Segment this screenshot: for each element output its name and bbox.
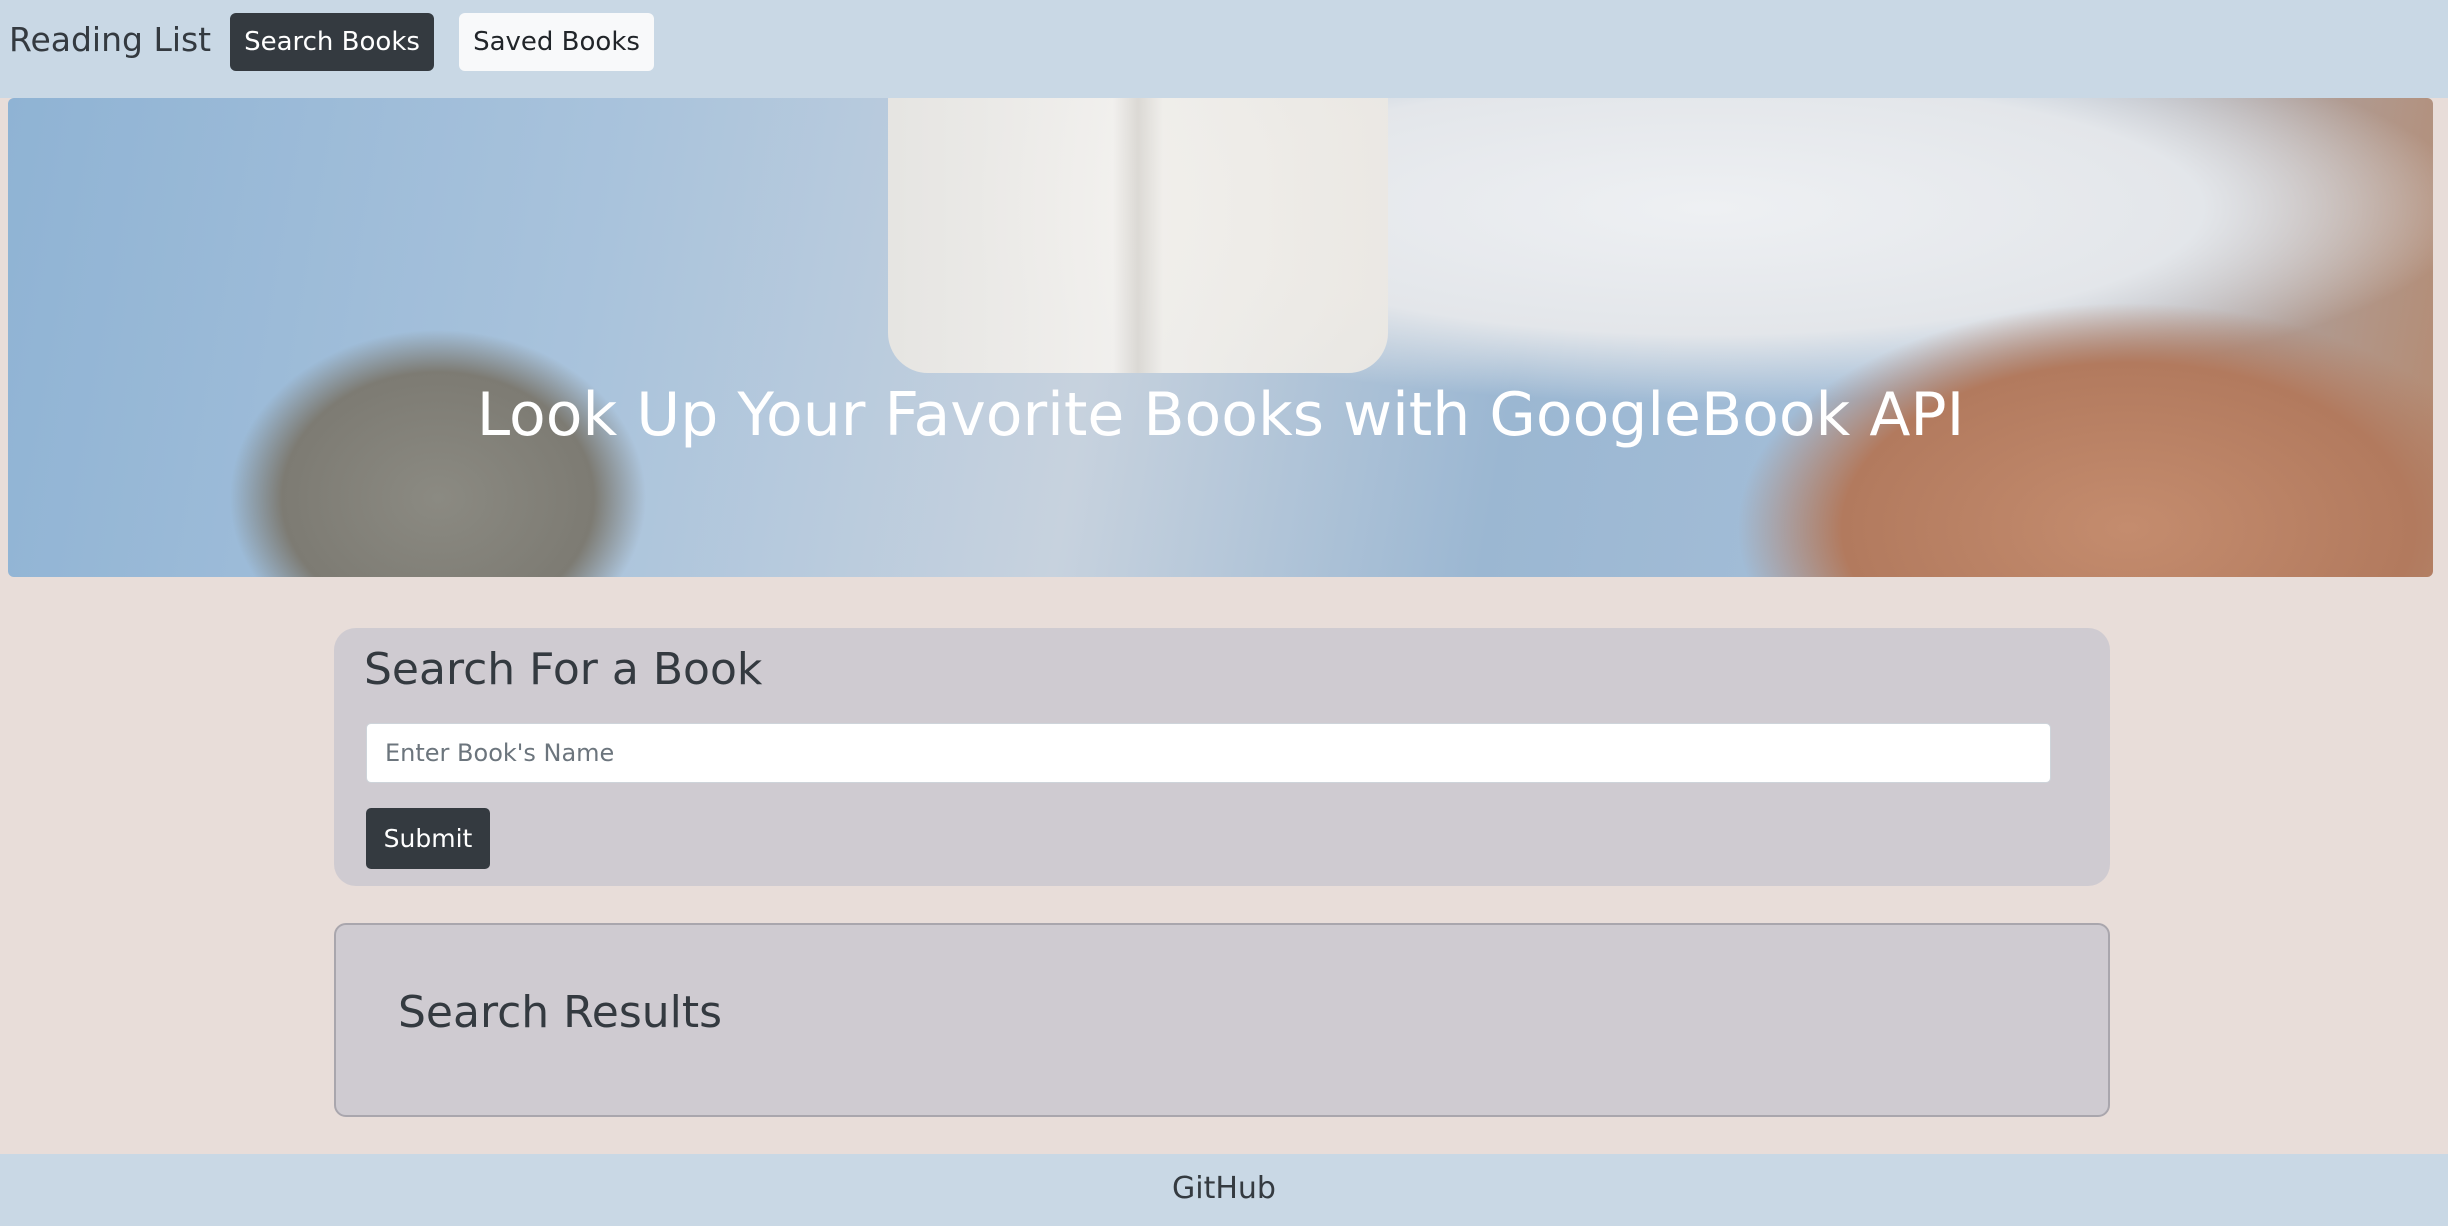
results-card: Search Results <box>334 923 2110 1117</box>
search-books-button[interactable]: Search Books <box>230 13 434 71</box>
footer: GitHub <box>0 1154 2448 1226</box>
book-name-input[interactable] <box>366 723 2051 783</box>
hero-background-image <box>888 98 1388 373</box>
hero-title: Look Up Your Favorite Books with GoogleB… <box>476 380 1965 450</box>
search-card: Search For a Book Submit <box>334 628 2110 886</box>
navbar-brand[interactable]: Reading List <box>9 18 211 62</box>
results-title: Search Results <box>398 987 723 1038</box>
hero-banner: Look Up Your Favorite Books with GoogleB… <box>8 98 2433 577</box>
github-link[interactable]: GitHub <box>1172 1169 1276 1209</box>
submit-button[interactable]: Submit <box>366 808 490 869</box>
navbar: Reading List Search Books Saved Books <box>0 0 2448 98</box>
search-card-title: Search For a Book <box>364 644 763 695</box>
saved-books-button[interactable]: Saved Books <box>459 13 654 71</box>
